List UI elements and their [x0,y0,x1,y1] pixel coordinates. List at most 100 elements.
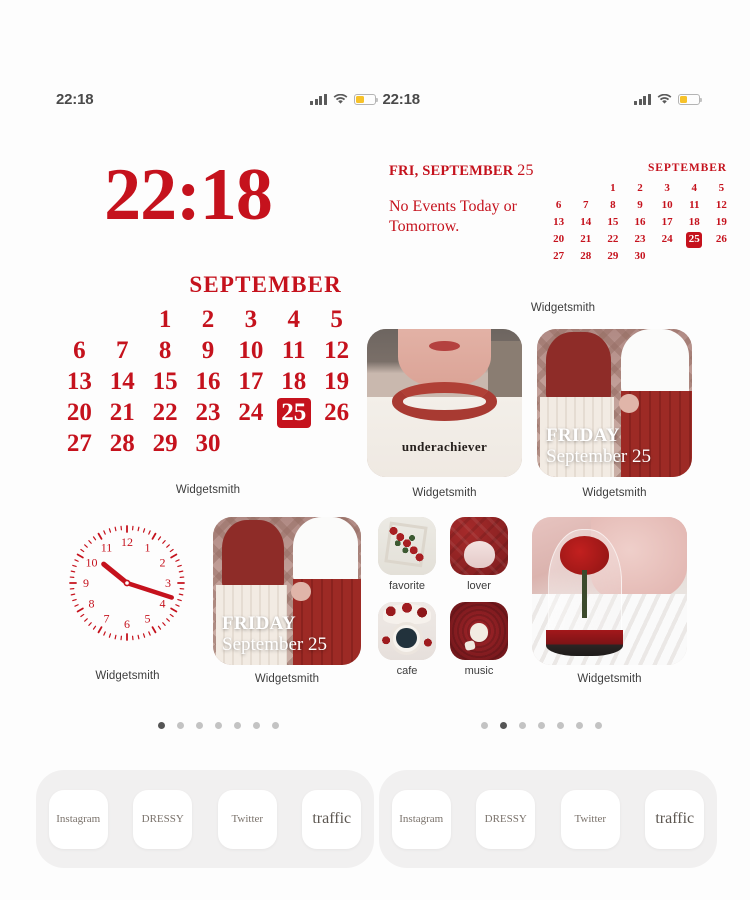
mini-calendar-grid: 1 2 3 4 5 6 7 8 9 10 11 12 13 14 15 16 17 18 19 20 21 22 23 24 2… [545,180,735,265]
calendar-day-cell: 17 [238,368,264,395]
calendar-day-cell: 13 [553,216,565,228]
calendar-day-cell: 26 [324,399,350,426]
app-icon-label: favorite [388,580,426,592]
events-header-day: 25 [517,162,534,179]
widget-photo-rose[interactable] [532,517,687,665]
page-dot[interactable] [481,722,488,729]
calendar-empty-cell [315,428,358,459]
calendar-day-cell: 19 [324,368,350,395]
widget-label-photo-friday-right: Widgetsmith [582,487,647,499]
widget-photo-friday-right[interactable]: FRIDAY September 25 [537,329,692,477]
events-header: FRI, SEPTEMBER 25 [389,162,545,180]
page-dot[interactable] [196,722,203,729]
photo-date-overlay: FRIDAY September 25 [222,614,327,656]
page-dot[interactable] [576,722,583,729]
dock-icon-dressy[interactable]: DRESSY [476,789,536,849]
calendar-day-cell: 6 [555,199,562,211]
page-dot[interactable] [519,722,526,729]
widget-label-photo-shirt: Widgetsmith [412,487,477,499]
clock-hour-6: 6 [124,617,130,631]
widget-large-calendar[interactable]: SEPTEMBER 1 2 3 4 5 6 7 8 9 10 11 12 13 14 15 16 17 18 19 2… [58,272,358,459]
widget-photo-shirt[interactable]: underachiever [367,329,522,477]
app-icon-art [378,517,436,575]
dock-icon-twitter[interactable]: Twitter [217,789,277,849]
calendar-day-cell: 28 [109,430,135,457]
calendar-day-cell: 15 [152,368,178,395]
page-dot[interactable] [253,722,260,729]
app-icon-image [378,602,436,660]
calendar-selected-day: 25 [272,397,315,428]
page-dots-right[interactable] [481,722,602,729]
dock-left: Instagram DRESSY Twitter traffic [36,770,374,868]
clock-center-pin [123,579,131,587]
calendar-day-cell: 18 [688,216,700,228]
calendar-day-cell: 30 [634,250,646,262]
events-header-text: FRI, SEPTEMBER [389,163,518,179]
app-icon-cafe[interactable]: cafe [378,602,436,677]
app-icon-image [450,602,508,660]
calendar-month-label: SEPTEMBER [189,272,342,297]
dock-icon-traffic[interactable]: traffic [645,789,705,849]
page-dot[interactable] [557,722,564,729]
widget-events-calendar[interactable]: FRI, SEPTEMBER 25 No Events Today or Tom… [383,162,743,265]
page-dots-left[interactable] [158,722,279,729]
page-dot[interactable] [272,722,279,729]
dock-icon-twitter[interactable]: Twitter [560,789,620,849]
dock-icon-instagram[interactable]: Instagram [48,789,108,849]
page-dot[interactable] [215,722,222,729]
widget-label-photo-friday-left: Widgetsmith [254,673,320,685]
calendar-day-cell: 8 [158,337,172,364]
clock-hour-8: 8 [88,597,94,611]
page-dot[interactable] [538,722,545,729]
dock-icon-dressy[interactable]: DRESSY [133,789,193,849]
calendar-day-cell: 23 [195,399,221,426]
calendar-day-cell: 2 [201,306,215,333]
widget-analog-clock[interactable]: 12 1 2 3 4 5 6 7 8 9 10 11 [62,518,192,648]
calendar-empty-cell [708,248,735,265]
events-body-text: No Events Today or Tomorrow. [389,198,517,235]
calendar-day-cell: 27 [66,430,92,457]
calendar-day-cell: 20 [66,399,92,426]
calendar-day-cell: 5 [718,182,725,194]
mini-calendar-selected-day: 25 [681,231,708,248]
calendar-day-cell: 22 [152,399,178,426]
calendar-day-cell: 1 [158,306,172,333]
calendar-empty-cell [101,304,144,335]
app-icon-favorite[interactable]: favorite [378,517,436,592]
dock-icon-traffic[interactable]: traffic [302,789,362,849]
page-dot[interactable] [500,722,507,729]
widget-digital-clock[interactable]: 22:18 [14,158,362,232]
calendar-day-cell: 16 [195,368,221,395]
calendar-day-cell: 30 [195,430,221,457]
calendar-empty-cell [572,180,599,197]
calendar-day-cell: 9 [637,199,643,211]
calendar-day-cell: 16 [634,216,646,228]
app-icon-lover[interactable]: lover [450,517,508,592]
app-icon-music[interactable]: music [450,602,508,677]
page-dot[interactable] [595,722,602,729]
calendar-day-cell: 3 [244,306,258,333]
calendar-day-cell: 27 [553,250,565,262]
calendar-empty-cell [58,304,101,335]
photo-date-overlay: FRIDAY September 25 [546,426,651,468]
calendar-day-cell: 1 [610,182,616,194]
clock-hour-1: 1 [145,540,151,554]
home-screen-composite: 22:18 22:18 22:18 SEPTEMBER 1 2 3 4 5 6 7 8 9 10 1… [0,0,750,900]
clock-hour-12: 12 [121,535,133,549]
page-dot[interactable] [234,722,241,729]
home-screen-right: FRI, SEPTEMBER 25 No Events Today or Tom… [367,0,750,900]
mini-calendar: SEPTEMBER 1 2 3 4 5 6 7 8 9 10 11 12 13 14 15 16 17 18 19 2… [545,162,735,265]
widget-label-calendar: Widgetsmith [175,484,241,496]
calendar-day-cell: 20 [553,233,565,245]
dock-icon-instagram[interactable]: Instagram [391,789,451,849]
events-column: FRI, SEPTEMBER 25 No Events Today or Tom… [383,162,545,265]
page-dot[interactable] [158,722,165,729]
widget-photo-friday-left[interactable]: FRIDAY September 25 [213,517,361,665]
page-dot[interactable] [177,722,184,729]
overlay-weekday: FRIDAY [546,425,620,447]
calendar-day-cell: 24 [661,233,673,245]
overlay-date: September 25 [546,446,652,468]
calendar-empty-cell [654,248,681,265]
calendar-day-cell: 6 [73,337,86,364]
clock-hour-11: 11 [101,540,113,554]
